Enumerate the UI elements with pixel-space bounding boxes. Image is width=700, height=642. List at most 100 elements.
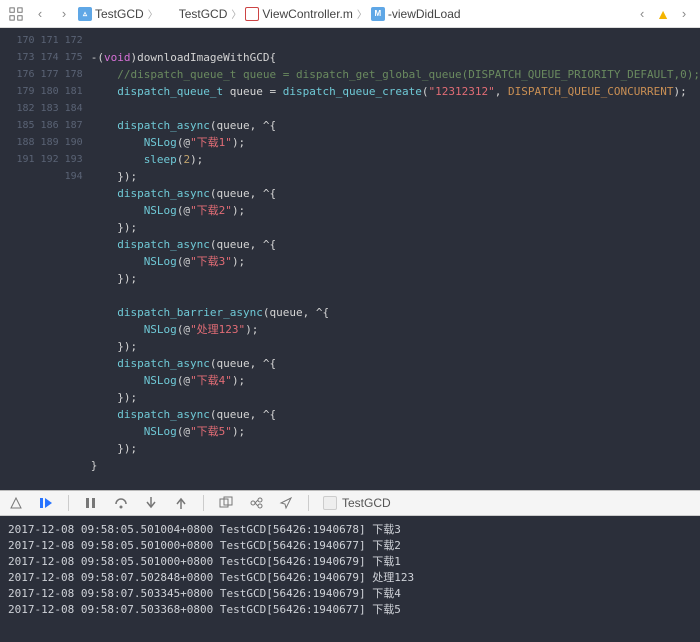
code-text: );: [674, 85, 687, 98]
func-call: NSLog: [144, 374, 177, 387]
code-text: (@: [177, 136, 190, 149]
breadcrumb-project[interactable]: ▵ TestGCD: [78, 7, 144, 21]
code-text: (queue, ^{: [210, 357, 276, 370]
code-text: (queue, ^{: [210, 187, 276, 200]
crumb-sep-icon: 〉: [231, 6, 241, 21]
nav-prev-issue-button[interactable]: ‹: [632, 4, 652, 24]
console-line: 2017-12-08 09:58:07.503345+0800 TestGCD[…: [8, 587, 401, 600]
string-literal: "下载2": [190, 204, 232, 217]
console-line: 2017-12-08 09:58:05.501004+0800 TestGCD[…: [8, 523, 401, 536]
console-line: 2017-12-08 09:58:05.501000+0800 TestGCD[…: [8, 539, 401, 552]
target-icon: [323, 496, 337, 510]
debug-memory-graph-button[interactable]: [248, 495, 264, 511]
keyword-void: void: [104, 51, 131, 64]
folder-icon: ▣: [162, 7, 176, 21]
crumb-sep-icon: 〉: [357, 6, 367, 21]
objc-m-file-icon: m: [245, 7, 259, 21]
toggle-debug-area-icon[interactable]: [8, 495, 24, 511]
type-name: dispatch_queue_t: [117, 85, 223, 98]
code-text: queue: [223, 85, 269, 98]
comment: //dispatch_queue_t queue = dispatch_get_…: [117, 68, 700, 81]
nav-next-issue-button[interactable]: ›: [674, 4, 694, 24]
breadcrumb-method[interactable]: M -viewDidLoad: [371, 7, 461, 21]
nav-forward-button[interactable]: ›: [54, 4, 74, 24]
code-text: );: [232, 204, 245, 217]
warning-icon[interactable]: ▲: [656, 6, 670, 22]
breadcrumb-group[interactable]: ▣ TestGCD: [162, 7, 228, 21]
code-text: (queue, ^{: [263, 306, 329, 319]
crumb-group-label: TestGCD: [179, 7, 228, 21]
code-text: (@: [177, 204, 190, 217]
path-bar: ‹ › ▵ TestGCD 〉 ▣ TestGCD 〉 m ViewContro…: [0, 0, 700, 28]
func-call: NSLog: [144, 204, 177, 217]
crumb-project-label: TestGCD: [95, 7, 144, 21]
code-text: (@: [177, 425, 190, 438]
console-line: 2017-12-08 09:58:07.503368+0800 TestGCD[…: [8, 603, 401, 616]
func-call: NSLog: [144, 136, 177, 149]
nav-back-button[interactable]: ‹: [30, 4, 50, 24]
code-text: (queue, ^{: [210, 238, 276, 251]
string-literal: "下载3": [190, 255, 232, 268]
debug-view-hierarchy-button[interactable]: [218, 495, 234, 511]
step-over-button[interactable]: [113, 495, 129, 511]
code-text: );: [245, 323, 258, 336]
code-text: {: [270, 51, 277, 64]
continue-button[interactable]: [38, 495, 54, 511]
func-call: dispatch_async: [117, 408, 210, 421]
console-line: 2017-12-08 09:58:05.501000+0800 TestGCD[…: [8, 555, 401, 568]
separator: [203, 495, 204, 511]
code-text: });: [117, 221, 137, 234]
console-line: 2017-12-08 09:58:07.502848+0800 TestGCD[…: [8, 571, 414, 584]
func-call: dispatch_barrier_async: [117, 306, 263, 319]
func-call: dispatch_async: [117, 357, 210, 370]
debug-console[interactable]: 2017-12-08 09:58:05.501004+0800 TestGCD[…: [0, 516, 700, 642]
code-text: );: [190, 153, 203, 166]
func-call: sleep: [144, 153, 177, 166]
code-text: );: [232, 374, 245, 387]
pause-button[interactable]: [83, 495, 99, 511]
debug-bar: TestGCD: [0, 490, 700, 516]
func-call: dispatch_async: [117, 238, 210, 251]
code-area[interactable]: -(void)downloadImageWithGCD{ //dispatch_…: [91, 28, 700, 490]
code-text: );: [232, 425, 245, 438]
constant: DISPATCH_QUEUE_CONCURRENT: [508, 85, 674, 98]
code-editor[interactable]: 170 171 172 173 174 175 176 177 178 179 …: [0, 28, 700, 490]
code-text: });: [117, 340, 137, 353]
code-text: );: [232, 136, 245, 149]
crumb-sep-icon: 〉: [148, 6, 158, 21]
code-text: });: [117, 391, 137, 404]
func-call: NSLog: [144, 323, 177, 336]
code-text: (@: [177, 374, 190, 387]
method-icon: M: [371, 7, 385, 21]
code-text: });: [117, 272, 137, 285]
process-selector[interactable]: TestGCD: [323, 496, 391, 510]
func-call: dispatch_async: [117, 119, 210, 132]
code-text: (queue, ^{: [210, 408, 276, 421]
related-items-icon[interactable]: [6, 4, 26, 24]
string-literal: "下载5": [190, 425, 232, 438]
code-text: -(: [91, 51, 104, 64]
project-icon: ▵: [78, 7, 92, 21]
simulate-location-button[interactable]: [278, 495, 294, 511]
code-text: (@: [177, 323, 190, 336]
crumb-method-label: -viewDidLoad: [388, 7, 461, 21]
code-text: );: [232, 255, 245, 268]
func-call: dispatch_queue_create: [283, 85, 422, 98]
breadcrumb-file[interactable]: m ViewController.m: [245, 7, 352, 21]
code-text: (queue, ^{: [210, 119, 276, 132]
process-name: TestGCD: [342, 496, 391, 510]
method-name: downloadImageWithGCD: [137, 51, 269, 64]
step-into-button[interactable]: [143, 495, 159, 511]
func-call: NSLog: [144, 255, 177, 268]
step-out-button[interactable]: [173, 495, 189, 511]
code-text: ,: [495, 85, 508, 98]
code-text: =: [270, 85, 283, 98]
code-text: }: [91, 459, 98, 472]
string-literal: "12312312": [428, 85, 494, 98]
separator: [308, 495, 309, 511]
func-call: dispatch_async: [117, 187, 210, 200]
separator: [68, 495, 69, 511]
string-literal: "下载4": [190, 374, 232, 387]
func-call: NSLog: [144, 425, 177, 438]
code-text: (@: [177, 255, 190, 268]
